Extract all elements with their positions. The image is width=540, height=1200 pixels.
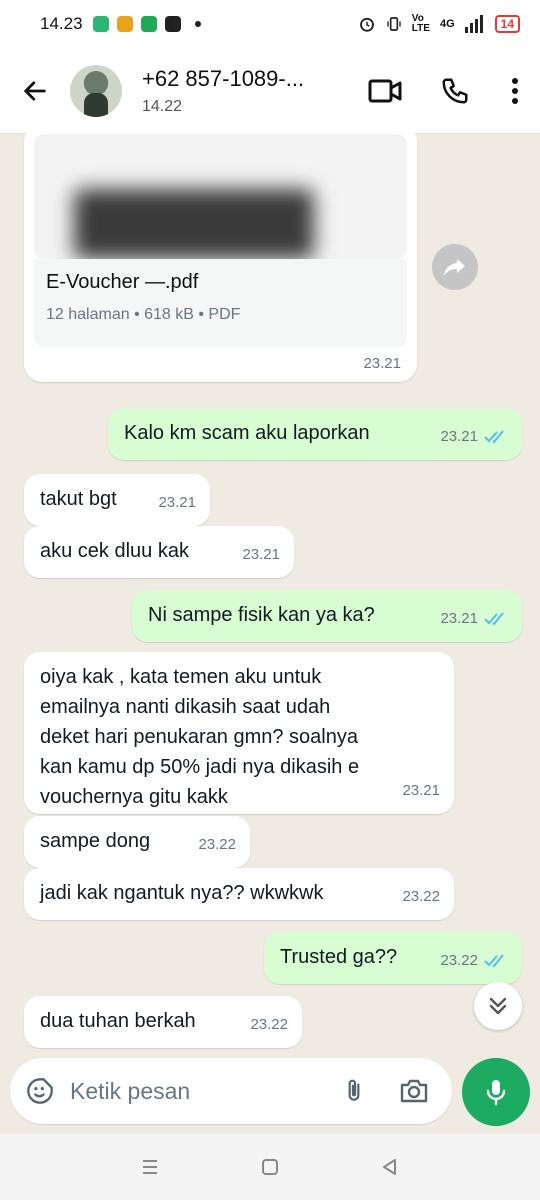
message-line: oiya kak , kata temen aku untuk xyxy=(40,666,322,688)
recent-apps-icon[interactable] xyxy=(140,1157,160,1177)
volte-icon: Vo LTE xyxy=(411,13,430,34)
vibrate-icon xyxy=(387,17,401,31)
message-line: emailnya nanti dikasih saat udah xyxy=(40,696,331,718)
blurred-preview-content xyxy=(74,189,314,259)
system-navigation-bar xyxy=(0,1134,540,1200)
message-time: 23.21 xyxy=(440,428,478,445)
document-preview[interactable] xyxy=(34,134,407,259)
read-ticks-icon xyxy=(484,430,504,444)
message-line: kan kamu dp 50% jadi nya dikasih e xyxy=(40,756,360,778)
message-time-text: 23.21 xyxy=(363,355,401,372)
incoming-message[interactable]: oiya kak , kata temen aku untuk emailnya… xyxy=(24,652,454,814)
header-actions xyxy=(350,48,540,134)
status-time: 14.23 xyxy=(40,14,83,33)
message-meta: 23.22 xyxy=(402,882,440,912)
message-time: 23.21 xyxy=(402,782,440,799)
notification-app-icon xyxy=(164,16,181,32)
message-time: 23.21 xyxy=(158,494,196,511)
message-input[interactable] xyxy=(70,1077,310,1105)
message-meta: 23.21 xyxy=(440,422,508,452)
message-text: Trusted ga?? xyxy=(280,946,398,968)
chat-area[interactable]: E-Voucher —.pdf 12 halaman • 618 kB • PD… xyxy=(0,124,540,1048)
forward-button[interactable] xyxy=(432,244,478,290)
message-line: vouchernya gitu kakk xyxy=(40,786,228,808)
message-text: dua tuhan berkah xyxy=(40,1010,196,1032)
more-options-button[interactable] xyxy=(490,48,540,134)
camera-button[interactable] xyxy=(384,1058,444,1124)
incoming-message[interactable]: takut bgt 23.21 xyxy=(24,474,210,526)
contact-last-seen: 14.22 xyxy=(142,97,183,115)
scroll-to-bottom-button[interactable] xyxy=(474,982,522,1030)
message-time: 23.22 xyxy=(198,836,236,853)
document-filename: E-Voucher —.pdf xyxy=(46,271,199,293)
incoming-message[interactable]: sampe dong 23.22 xyxy=(24,816,250,868)
message-text: sampe dong xyxy=(40,830,151,852)
document-details: 12 halaman • 618 kB • PDF xyxy=(46,306,241,323)
sticker-button[interactable] xyxy=(10,1058,70,1124)
battery-icon: 14 xyxy=(494,15,520,33)
voice-call-button[interactable] xyxy=(420,48,490,134)
forward-icon xyxy=(444,259,465,276)
notification-app-icon xyxy=(116,16,133,32)
incoming-message[interactable]: dua tuhan berkah 23.22 xyxy=(24,996,302,1048)
message-text: Kalo km scam aku laporkan xyxy=(124,422,370,444)
notification-app-icon xyxy=(92,16,109,32)
video-call-button[interactable] xyxy=(350,48,420,134)
signal-icon xyxy=(464,15,483,33)
mic-icon xyxy=(486,1080,506,1106)
back-button[interactable] xyxy=(0,48,70,134)
read-ticks-icon xyxy=(484,612,504,626)
document-info[interactable]: E-Voucher —.pdf 12 halaman • 618 kB • PD… xyxy=(34,259,407,347)
notification-app-icon xyxy=(140,16,157,32)
contact-name: +62 857-1089-... xyxy=(142,65,305,91)
message-line: deket hari penukaran gmn? soalnya xyxy=(40,726,358,748)
voice-message-button[interactable] xyxy=(462,1058,530,1126)
message-meta: 23.22 xyxy=(440,946,508,976)
more-vert-icon xyxy=(512,77,518,104)
chat-header: +62 857-1089-... 14.22 xyxy=(0,48,540,134)
message-text: jadi kak ngantuk nya?? wkwkwk xyxy=(40,882,324,904)
message-text: aku cek dluu kak xyxy=(40,540,189,562)
more-notifications-icon xyxy=(194,21,201,27)
outgoing-message[interactable]: Trusted ga?? 23.22 xyxy=(264,932,522,984)
message-time: 23.22 xyxy=(402,888,440,905)
message-time: 23.22 xyxy=(250,1016,288,1033)
camera-icon xyxy=(400,1079,428,1103)
status-right: Vo LTE 4G 14 xyxy=(358,14,520,34)
double-chevron-down-icon xyxy=(489,997,507,1015)
incoming-message[interactable]: aku cek dluu kak 23.21 xyxy=(24,526,294,578)
back-nav-icon[interactable] xyxy=(380,1157,400,1177)
message-time: 23.21 xyxy=(242,546,280,563)
sticker-icon xyxy=(27,1078,53,1104)
read-ticks-icon xyxy=(484,954,504,968)
outgoing-message[interactable]: Ni sampe fisik kan ya ka? 23.21 xyxy=(132,590,522,642)
alarm-icon xyxy=(359,17,374,32)
phone-icon xyxy=(442,78,468,103)
outgoing-message[interactable]: Kalo km scam aku laporkan 23.21 xyxy=(108,408,522,460)
attach-icon xyxy=(348,1079,360,1101)
video-call-icon xyxy=(368,79,402,102)
message-meta: 23.21 xyxy=(402,776,440,806)
notification-icons xyxy=(92,16,201,32)
message-meta: 23.21 xyxy=(440,604,508,634)
incoming-message[interactable]: jadi kak ngantuk nya?? wkwkwk 23.22 xyxy=(24,868,454,920)
message-time: 23.22 xyxy=(440,952,478,969)
message-composer xyxy=(10,1058,452,1124)
message-meta: 23.22 xyxy=(250,1010,288,1040)
home-icon[interactable] xyxy=(260,1157,280,1177)
message-text: Ni sampe fisik kan ya ka? xyxy=(148,604,375,626)
document-message[interactable]: E-Voucher —.pdf 12 halaman • 618 kB • PD… xyxy=(24,124,417,382)
network-type: 4G xyxy=(439,18,455,30)
message-meta: 23.22 xyxy=(198,830,236,860)
message-meta: 23.21 xyxy=(242,540,280,570)
avatar[interactable] xyxy=(70,64,122,117)
message-time: 23.21 xyxy=(440,610,478,627)
message-meta: 23.21 xyxy=(158,488,196,518)
attach-button[interactable] xyxy=(324,1058,384,1124)
back-arrow-icon xyxy=(24,80,46,101)
message-text: takut bgt xyxy=(40,488,117,510)
contact-info[interactable]: +62 857-1089-... 14.22 xyxy=(142,66,332,116)
message-time: 23.21 xyxy=(363,355,401,372)
status-bar: 14.23 Vo LTE 4G 14 xyxy=(0,0,540,48)
